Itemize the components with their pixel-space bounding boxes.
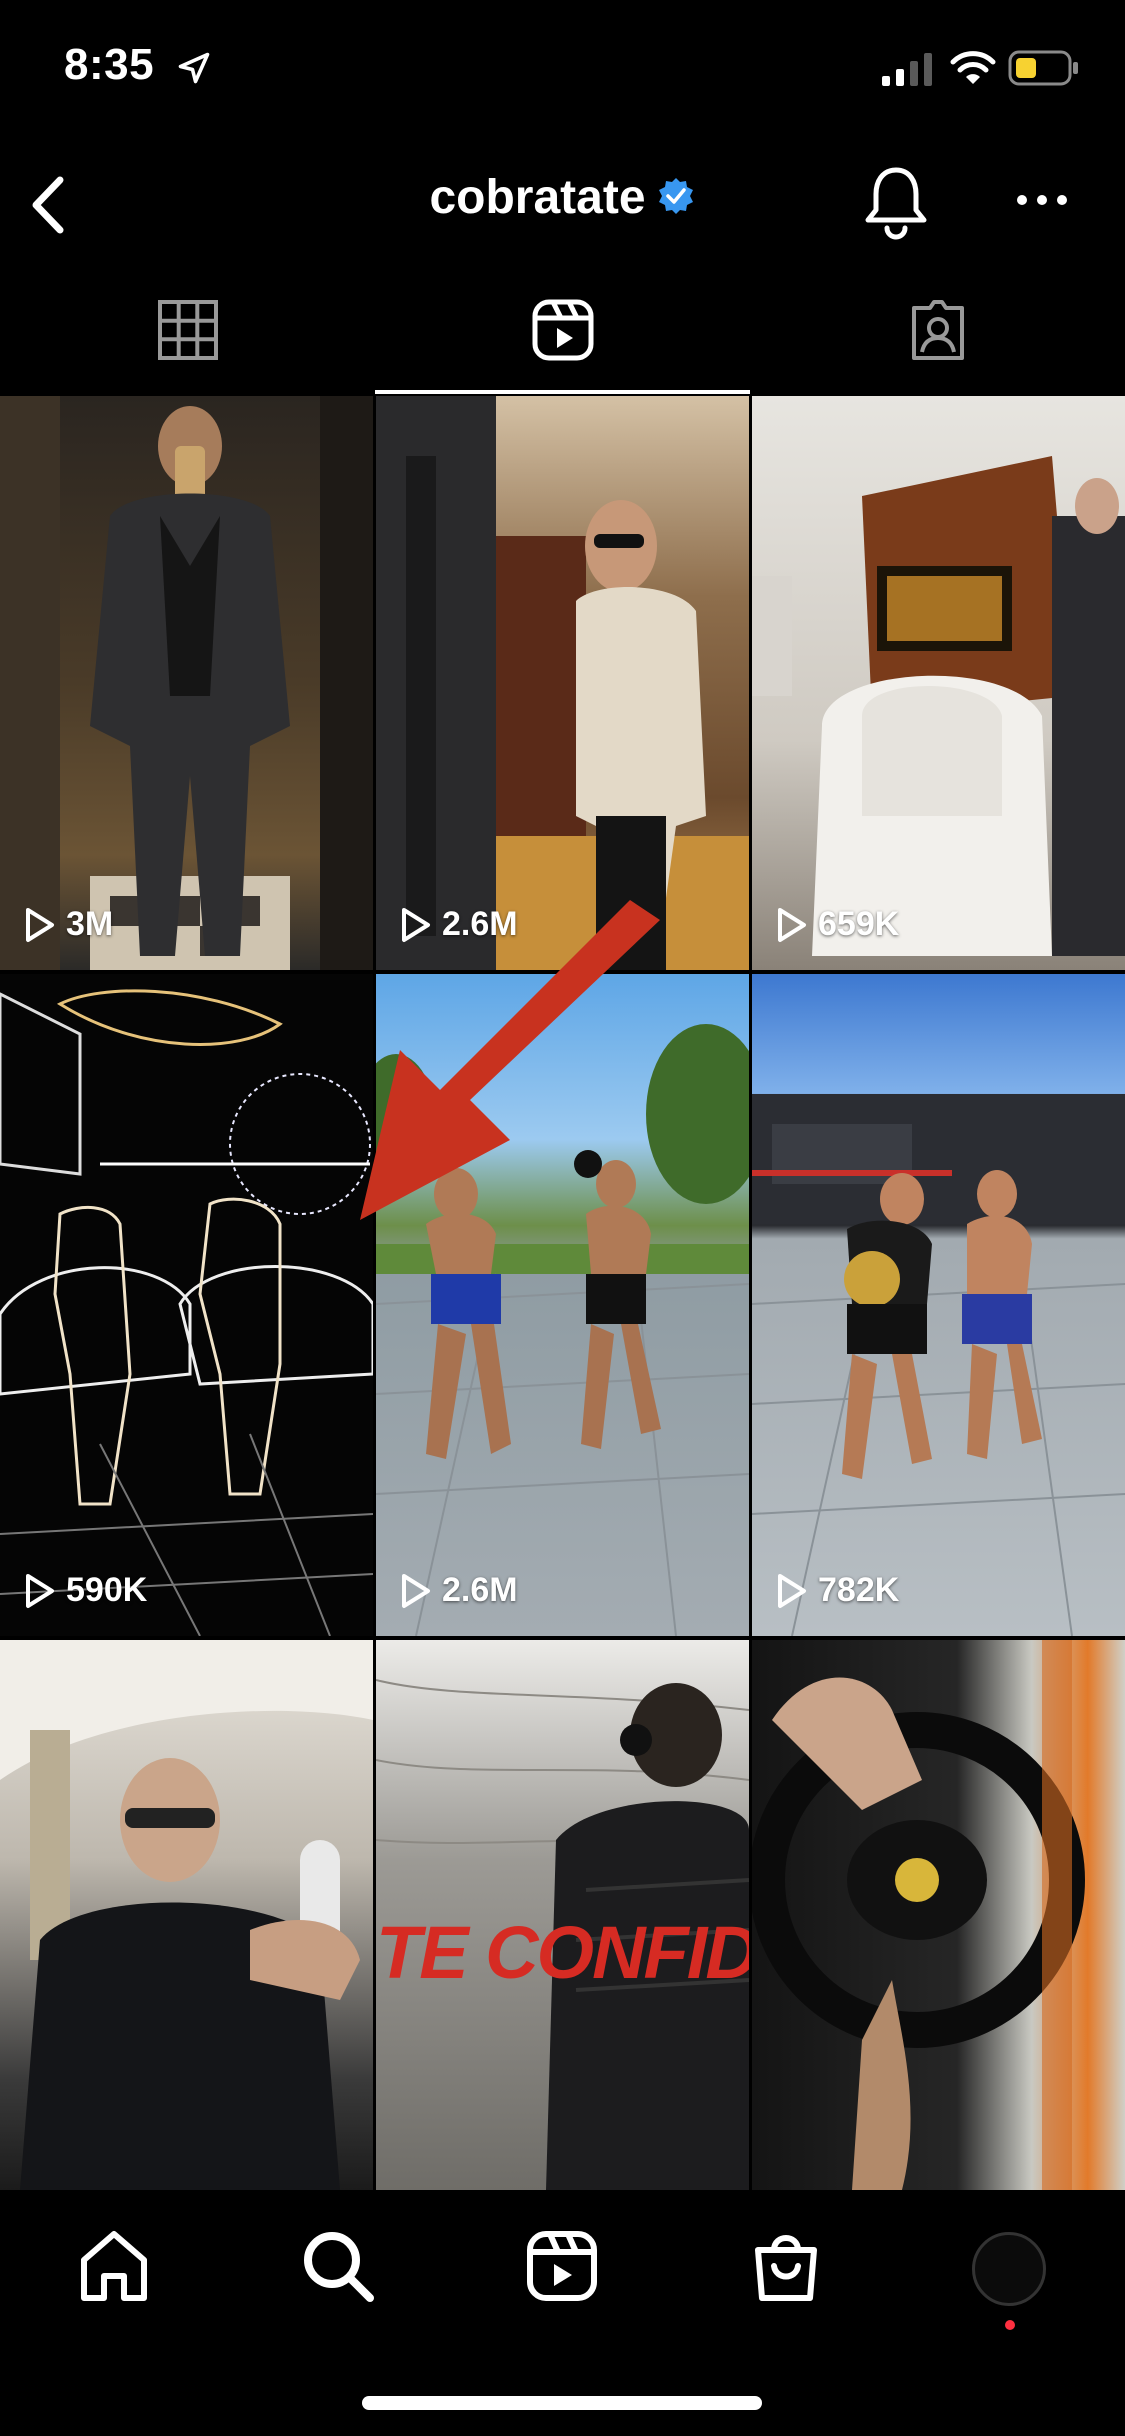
- play-icon: [778, 1573, 806, 1608]
- confidential-text-overlay: TE CONFIDEN: [376, 1910, 749, 2000]
- notification-bell-icon[interactable]: [862, 164, 930, 240]
- reel-thumbnail[interactable]: [752, 1640, 1125, 2190]
- wifi-icon: [950, 51, 996, 84]
- reel-thumbnail[interactable]: 3M: [0, 396, 373, 970]
- reel-thumbnail[interactable]: 2.6M: [376, 396, 749, 970]
- view-count: 590K: [22, 1571, 147, 1610]
- tab-posts-grid[interactable]: [0, 268, 375, 394]
- view-count-label: 2.6M: [442, 1571, 518, 1609]
- grid-icon: [158, 300, 218, 360]
- reel-thumbnail[interactable]: TE CONFIDEN: [376, 1640, 749, 2190]
- home-icon: [81, 2231, 147, 2301]
- reels-icon: [532, 299, 594, 361]
- username-label: cobratate: [429, 171, 646, 224]
- view-count: 3M: [22, 905, 113, 944]
- verified-badge-icon: [658, 178, 693, 215]
- tab-tagged[interactable]: [750, 268, 1125, 394]
- reel-image: [752, 456, 1125, 956]
- reel-image: [0, 989, 373, 1636]
- profile-tabs: [0, 268, 1125, 394]
- view-count-label: 659K: [818, 905, 900, 943]
- tab-reels[interactable]: [375, 268, 750, 394]
- reel-thumbnail[interactable]: 659K: [752, 396, 1125, 970]
- nav-shop[interactable]: [746, 2226, 826, 2306]
- selected-tab-indicator: [375, 390, 750, 394]
- reel-thumbnail[interactable]: 2.6M: [376, 974, 749, 1636]
- play-icon: [26, 907, 54, 942]
- reel-image: [0, 396, 373, 970]
- view-count-label: 590K: [66, 1571, 148, 1609]
- reels-grid: 3M 2.6M 659K 590K 2.6M 782K TE CONFI: [0, 396, 1125, 2190]
- reels-icon: [527, 2231, 597, 2301]
- view-count: 782K: [774, 1571, 899, 1610]
- search-icon: [304, 2232, 374, 2302]
- view-count-label: 3M: [66, 905, 114, 943]
- status-bar: 8:35: [0, 0, 1125, 140]
- nav-home[interactable]: [74, 2226, 154, 2306]
- view-count: 2.6M: [398, 905, 518, 944]
- reel-thumbnail[interactable]: [0, 1640, 373, 2190]
- play-icon: [778, 907, 806, 942]
- cellular-signal-icon: [882, 53, 932, 86]
- header-title: cobratate: [0, 170, 1125, 225]
- tagged-icon: [912, 300, 964, 360]
- view-count-label: 2.6M: [442, 905, 518, 943]
- nav-search[interactable]: [298, 2226, 378, 2306]
- notification-dot: [1005, 2320, 1015, 2330]
- play-icon: [26, 1573, 54, 1608]
- profile-header: cobratate: [0, 140, 1125, 260]
- view-count: 2.6M: [398, 1571, 518, 1610]
- reel-image: [752, 1640, 1085, 2190]
- reel-image: [0, 1640, 373, 2190]
- status-time: 8:35: [64, 40, 155, 89]
- play-icon: [402, 1573, 430, 1608]
- reel-thumbnail[interactable]: 782K: [752, 974, 1125, 1636]
- view-count-label: 782K: [818, 1571, 900, 1609]
- more-options-icon[interactable]: [1016, 188, 1068, 212]
- confidential-text: TE CONFIDEN: [376, 1911, 749, 1994]
- view-count: 659K: [774, 905, 899, 944]
- shop-bag-icon: [755, 2235, 817, 2301]
- reel-image: [752, 1094, 1125, 1636]
- reel-image: [376, 396, 749, 970]
- home-indicator: [362, 2396, 762, 2410]
- nav-reels[interactable]: [522, 2226, 602, 2306]
- nav-profile-avatar[interactable]: [972, 2232, 1046, 2306]
- reel-image: [376, 1024, 749, 1636]
- location-arrow-icon: [178, 52, 210, 84]
- battery-icon: [1008, 50, 1078, 86]
- play-icon: [402, 907, 430, 942]
- reel-thumbnail[interactable]: 590K: [0, 974, 373, 1636]
